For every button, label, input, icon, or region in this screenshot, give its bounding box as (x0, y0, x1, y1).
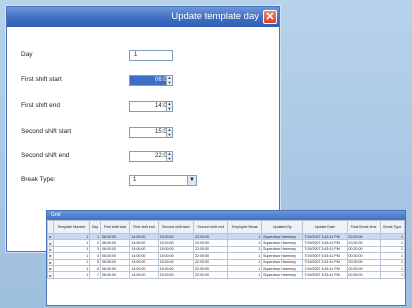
second-shift-start-input[interactable]: 15:00 ▲ ▼ (129, 127, 173, 138)
column-header[interactable]: Template Number (52, 220, 91, 234)
table-cell[interactable]: 22:00:00 (193, 271, 229, 279)
column-header[interactable]: Update Date (302, 220, 348, 234)
column-header[interactable]: Updated By (261, 220, 304, 234)
table-cell[interactable]: 1 (379, 271, 406, 279)
column-header[interactable]: First shift end (129, 220, 159, 234)
template-days-table: Template Number Day First shift start Fi… (47, 220, 406, 279)
grid-title: Grid (47, 211, 405, 220)
dialog-titlebar[interactable]: Update template day ✕ (7, 7, 279, 27)
table-cell[interactable]: 1 (52, 271, 91, 279)
second-shift-end-input[interactable]: 22:00 ▲ ▼ (129, 151, 173, 162)
column-header[interactable]: First shift start (99, 220, 131, 234)
second-shift-end-label: Second shift end (21, 152, 70, 159)
first-shift-end-label: First shift end (21, 102, 61, 109)
dialog-title: Update template day (171, 11, 259, 22)
table-cell[interactable]: 15:00:00 (157, 271, 195, 279)
table-row[interactable]: ▸ 1 7 06:00:00 14:00:00 15:00:00 22:00:00 1 Supe… (47, 271, 406, 279)
table-cell[interactable]: 7/19/2007 3:43:41 PM (302, 271, 348, 279)
table-header-row: Template Number Day First shift start Fi… (47, 220, 406, 234)
spinner-icon[interactable]: ▲ ▼ (166, 101, 172, 111)
first-shift-start-input[interactable]: 06:00 ▲ ▼ (129, 75, 173, 86)
break-type-select[interactable]: 1 ▼ (129, 175, 197, 186)
day-label: Day (21, 51, 33, 58)
table-cell[interactable]: 14:00:00 (129, 271, 159, 279)
column-header[interactable]: Employee Break (227, 220, 263, 234)
chevron-down-icon[interactable]: ▼ (187, 176, 196, 185)
first-shift-start-label: First shift start (21, 76, 62, 83)
spinner-icon[interactable]: ▲ ▼ (166, 75, 172, 85)
spinner-icon[interactable]: ▲ ▼ (166, 151, 172, 161)
second-shift-start-label: Second shift start (21, 128, 72, 135)
break-type-value: 1 (133, 177, 137, 183)
template-grid-window: Grid Template Number Day First shift sta… (46, 210, 406, 306)
table-cell[interactable]: 00:30:00 (346, 271, 381, 279)
table-cell[interactable]: 7 (89, 271, 101, 279)
table-cell[interactable]: 1 (227, 271, 263, 279)
first-shift-end-input[interactable]: 14:00 ▲ ▼ (129, 101, 173, 112)
day-value: 1 (134, 52, 138, 58)
day-input[interactable]: 1 (129, 50, 173, 61)
spinner-icon[interactable]: ▲ ▼ (166, 127, 172, 137)
table-cell[interactable]: 06:00:00 (99, 271, 131, 279)
column-header[interactable]: Break Type (379, 220, 406, 234)
close-icon[interactable]: ✕ (263, 10, 277, 24)
column-header[interactable]: Total Break time (346, 220, 381, 234)
table-cell[interactable]: Supervisor Harmony (261, 271, 304, 279)
column-header[interactable]: Second shift end (193, 220, 229, 234)
column-header[interactable]: Day (89, 220, 101, 234)
column-header[interactable]: Second shift start (157, 220, 195, 234)
break-type-label: Break Type: (21, 176, 56, 183)
